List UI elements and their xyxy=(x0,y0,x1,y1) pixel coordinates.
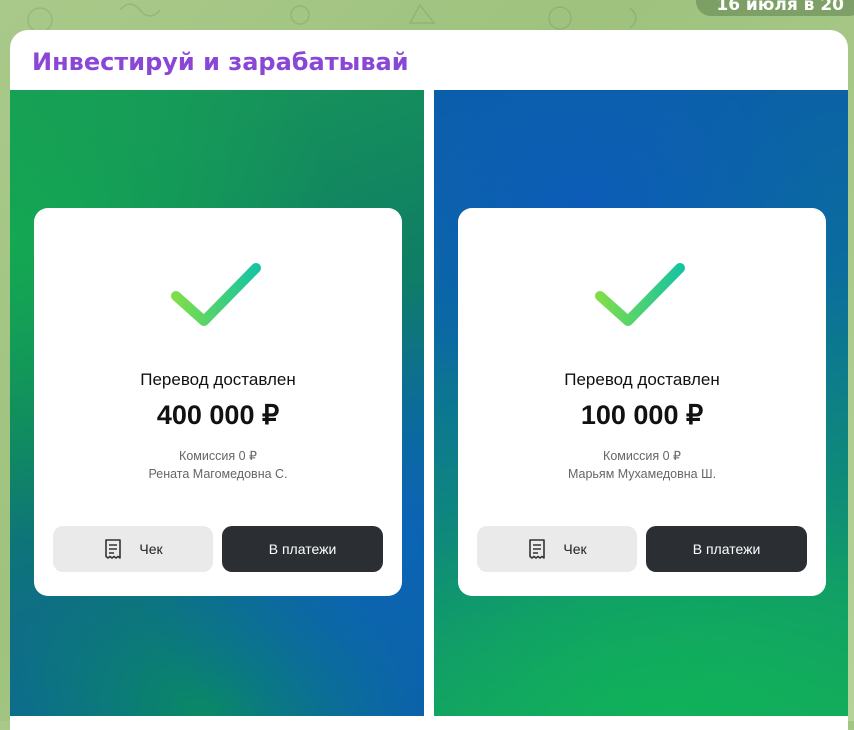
transfer-recipient: Марьям Мухамедовна Ш. xyxy=(567,467,717,481)
message-bubble: Инвестируй и зарабатывай Перевод доставл… xyxy=(10,30,848,730)
channel-name[interactable]: Инвестируй и зарабатывай xyxy=(32,48,409,76)
photo-right[interactable]: Перевод доставлен 100 000 ₽ Комиссия 0 ₽… xyxy=(434,90,848,716)
transfer-fee: Комиссия 0 ₽ xyxy=(603,449,681,463)
receipt-button[interactable]: Чек xyxy=(53,526,213,572)
to-payments-button[interactable]: В платежи xyxy=(646,526,807,572)
date-pill: 16 июля в 20 xyxy=(696,0,854,16)
receipt-label: Чек xyxy=(563,541,587,557)
transfer-card: Перевод доставлен 100 000 ₽ Комиссия 0 ₽… xyxy=(458,208,826,596)
to-payments-button[interactable]: В платежи xyxy=(222,526,383,572)
to-payments-label: В платежи xyxy=(268,541,337,557)
transfer-amount: 400 000 ₽ xyxy=(156,400,280,430)
transfer-card: Перевод доставлен 400 000 ₽ Комиссия 0 ₽… xyxy=(34,208,402,596)
checkmark-icon xyxy=(171,263,261,326)
receipt-icon xyxy=(529,539,546,559)
transfer-amount: 100 000 ₽ xyxy=(580,400,704,430)
to-payments-label: В платежи xyxy=(692,541,761,557)
photo-left[interactable]: Перевод доставлен 400 000 ₽ Комиссия 0 ₽… xyxy=(10,90,424,716)
transfer-recipient: Рената Магомедовна С. xyxy=(148,467,288,481)
receipt-icon xyxy=(105,539,122,559)
transfer-status: Перевод доставлен xyxy=(564,370,720,389)
transfer-status: Перевод доставлен xyxy=(140,370,296,389)
receipt-button[interactable]: Чек xyxy=(477,526,637,572)
checkmark-icon xyxy=(595,263,685,326)
receipt-label: Чек xyxy=(139,541,163,557)
transfer-fee: Комиссия 0 ₽ xyxy=(179,449,257,463)
